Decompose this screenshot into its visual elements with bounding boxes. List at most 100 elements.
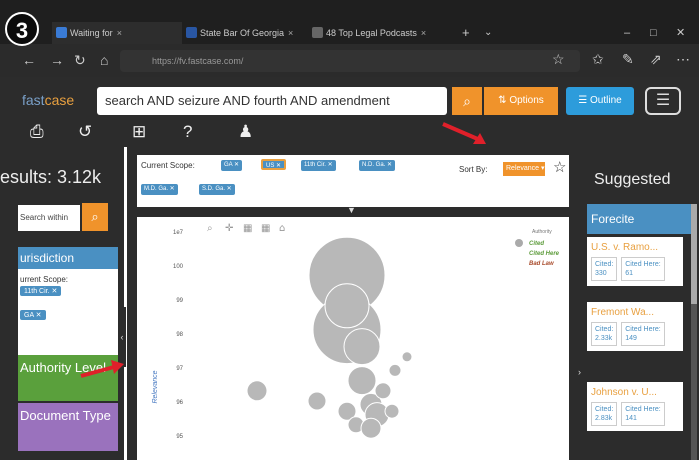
chart-tool-icon: ▦ [261, 223, 270, 234]
y-tick-label: 97 [176, 366, 183, 372]
fastcase-logo[interactable]: fastcase [22, 92, 74, 108]
tab-label: Waiting for [70, 28, 113, 38]
y-tick-label: 98 [176, 332, 183, 338]
podcast-icon [312, 27, 323, 38]
scope-tag-label: M.D. Ga. [144, 186, 169, 192]
scrollbar[interactable] [691, 204, 697, 460]
scope-tag[interactable]: US ✕ [261, 159, 287, 170]
scope-tag[interactable]: 11th Cir. ✕ [301, 160, 336, 171]
chart-svg: ⌕ ✛ ▦ ▦ ⌂ 1e7 100 99 98 97 96 95 Relevance Authority C… [152, 223, 560, 440]
search-within-input[interactable]: Search within [18, 205, 80, 231]
legend-entry: Cited [529, 241, 544, 247]
browser-tab-bar: Waiting for × State Bar Of Georgia × 48 To… [0, 0, 699, 44]
results-count: esults: 3.12k [0, 167, 102, 187]
cited-here-stat: Cited Here: 61 [621, 257, 665, 281]
help-icon[interactable]: ? [183, 122, 192, 142]
search-input[interactable]: search AND seizure AND fourth AND amendm… [97, 87, 447, 115]
sort-select[interactable]: Relevance ▾ [503, 162, 545, 176]
refresh-icon[interactable]: ↻ [74, 52, 86, 69]
address-bar: ← → ↻ ⌂ https://fv.fastcase.com/ ☆ ✩ ✎ ⇗… [0, 44, 699, 77]
scrollbar-thumb[interactable] [691, 204, 697, 304]
browser-tab[interactable]: Waiting for × [52, 22, 182, 44]
list-icon: ☰ [578, 95, 591, 106]
scope-tag[interactable]: S.D. Ga. ✕ [199, 184, 235, 195]
close-icon[interactable]: × [117, 28, 122, 38]
cited-here-stat: Cited Here: 141 [621, 402, 665, 426]
close-window-icon[interactable]: ✕ [676, 22, 685, 44]
sort-by-label: Sort By: [459, 165, 488, 174]
data-point [246, 380, 268, 402]
url-field[interactable]: https://fv.fastcase.com/ [120, 50, 580, 72]
new-tab-icon[interactable]: + [462, 22, 470, 44]
browser-tab[interactable]: 48 Top Legal Podcasts × [308, 22, 456, 44]
stat-value: 330 [595, 270, 607, 277]
history-icon[interactable]: ↺ [78, 122, 92, 142]
stat-value: 2.83k [595, 415, 613, 422]
jurisdiction-body: urrent Scope: 11th Cir. ✕ GA ✕ [18, 269, 118, 355]
stat-value: 2.33k [595, 335, 613, 342]
more-icon[interactable]: ⋯ [676, 51, 690, 68]
bar-icon [186, 27, 197, 38]
hamburger-menu-button[interactable]: ☰ [645, 87, 681, 115]
stat-value: 141 [625, 415, 637, 422]
data-point [384, 403, 400, 419]
user-icon[interactable]: ♟ [238, 122, 253, 142]
chevron-down-icon[interactable]: ⌄ [484, 22, 492, 44]
share-icon[interactable]: ⇗ [650, 51, 662, 68]
data-point [360, 417, 382, 439]
tab-label: 48 Top Legal Podcasts [326, 28, 417, 38]
close-icon[interactable]: × [421, 28, 426, 38]
print-icon[interactable]: ⎙ [30, 122, 44, 142]
chart-tool-icon: ⌂ [279, 223, 285, 234]
sliders-icon: ⇅ [498, 95, 510, 106]
scope-chip[interactable]: 11th Cir. ✕ [20, 286, 62, 296]
scope-tag[interactable]: N.D. Ga. ✕ [359, 160, 396, 171]
legend-entry: Cited Here [529, 251, 560, 257]
y-axis-label: Relevance [152, 370, 159, 403]
home-icon[interactable]: ⌂ [100, 52, 108, 68]
scope-chip[interactable]: GA ✕ [20, 310, 46, 320]
annotation-arrow [442, 122, 486, 144]
card-title[interactable]: Johnson v. U... [591, 387, 679, 398]
maximize-icon[interactable]: □ [650, 22, 657, 44]
data-point [343, 328, 381, 366]
search-icon: ⌕ [91, 209, 99, 224]
stat-label: Cited Here: [625, 261, 661, 268]
scope-tag[interactable]: M.D. Ga. ✕ [141, 184, 178, 195]
grid-menu-icon[interactable]: ⊞ [132, 122, 146, 142]
card-title[interactable]: Fremont Wa... [591, 307, 679, 318]
scope-tag[interactable]: GA ✕ [221, 160, 243, 171]
forecite-header[interactable]: Forecite [587, 204, 691, 234]
suggested-card[interactable]: Johnson v. U... Cited: 2.83k Cited Here: 1… [587, 382, 683, 431]
forward-icon[interactable]: → [50, 52, 64, 68]
browser-tab[interactable]: State Bar Of Georgia × [182, 22, 308, 44]
expand-right-icon[interactable]: › [578, 367, 581, 377]
document-type-facet[interactable]: Document Type [18, 403, 118, 451]
search-within-button[interactable]: ⌕ [82, 203, 108, 231]
chevron-down-icon[interactable]: ▼ [347, 205, 356, 215]
current-scope-label: Current Scope: [141, 161, 195, 170]
y-tick-label: 96 [176, 400, 183, 406]
options-button[interactable]: ⇅ Options [484, 87, 558, 115]
main-content: Current Scope: GA ✕ US ✕ 11th Cir. ✕ N.D… [127, 147, 578, 460]
minimize-icon[interactable]: – [624, 22, 630, 44]
back-icon[interactable]: ← [22, 52, 36, 68]
card-title[interactable]: U.S. v. Ramo... [591, 242, 679, 253]
jurisdiction-header[interactable]: urisdiction [18, 247, 118, 269]
suggested-card[interactable]: Fremont Wa... Cited: 2.33k Cited Here: 149 [587, 302, 683, 351]
options-label: Options [509, 95, 544, 106]
stat-label: Cited Here: [625, 406, 661, 413]
scope-bar: Current Scope: GA ✕ US ✕ 11th Cir. ✕ N.D… [137, 155, 569, 207]
stat-label: Cited: [595, 326, 614, 333]
favorite-star-icon[interactable]: ☆ [552, 51, 565, 68]
pen-icon[interactable]: ✎ [622, 51, 634, 68]
favorites-icon[interactable]: ✩ [592, 51, 604, 68]
outline-button[interactable]: ☰ Outline [566, 87, 634, 115]
y-tick-label: 100 [173, 264, 184, 270]
chart-tool-icon: ⌕ [207, 223, 213, 234]
search-button[interactable]: ⌕ [452, 87, 482, 115]
star-icon[interactable]: ☆ [553, 158, 566, 176]
close-icon[interactable]: × [288, 28, 293, 38]
suggested-card[interactable]: U.S. v. Ramo... Cited: 330 Cited Here: 61 [587, 237, 683, 286]
scope-tag-label: GA [224, 162, 233, 168]
